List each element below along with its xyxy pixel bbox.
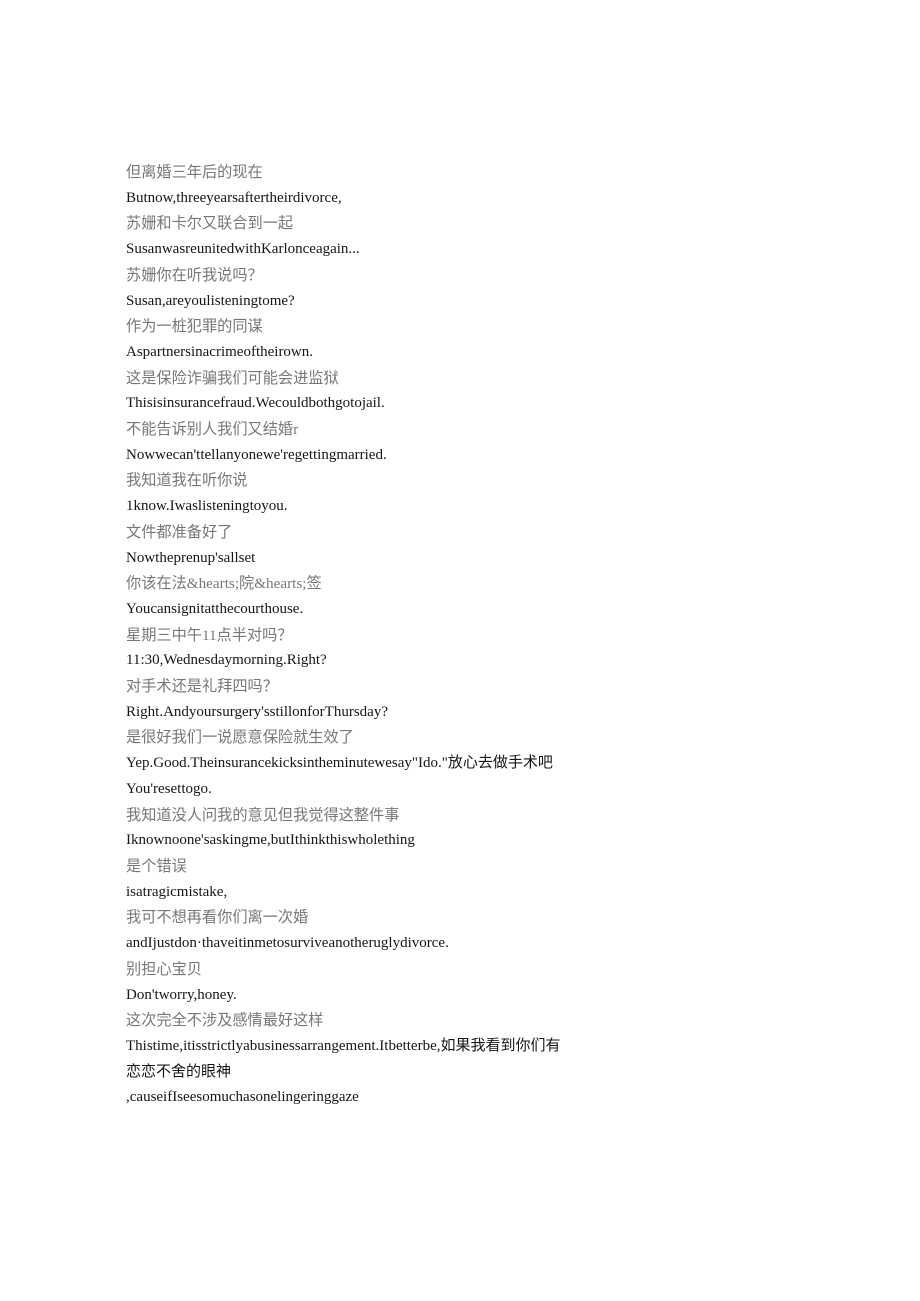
subtitle-line-english: Nowwecan'ttellanyonewe'regettingmarried. <box>126 446 387 463</box>
subtitle-line-english: Susan,areyoulisteningtome? <box>126 292 295 309</box>
transcript-body: 但离婚三年后的现在 Butnow,threeyearsaftertheirdivo… <box>126 160 573 1111</box>
subtitle-line-english: Don'tworry,honey. <box>126 986 237 1003</box>
subtitle-line-english: Butnow,threeyearsaftertheirdivorce, <box>126 189 342 206</box>
subtitle-line-chinese: 我知道没人问我的意见但我觉得这整件事 <box>126 806 400 824</box>
subtitle-line-chinese: 你该在法&hearts;院&hearts;签 <box>126 575 322 593</box>
subtitle-line-english: 11:30,Wednesdaymorning.Right? <box>126 652 327 669</box>
subtitle-line-english: 1know.Iwaslisteningtoyou. <box>126 498 288 515</box>
subtitle-line-chinese: 别担心宝贝 <box>126 960 202 978</box>
subtitle-line-chinese: 苏姗你在听我说吗？ <box>126 266 263 284</box>
subtitle-line-english: You'resettogo. <box>126 780 212 797</box>
subtitle-line-chinese: 对手术还是礼拜四吗？ <box>126 678 278 696</box>
subtitle-line-english: Nowtheprenup'sallset <box>126 549 256 566</box>
subtitle-line-chinese: 是很好我们一说愿意保险就生效了 <box>126 729 354 747</box>
subtitle-line-chinese: 作为一桩犯罪的同谋 <box>126 318 263 336</box>
subtitle-line-english: Thisisinsurancefraud.Wecouldbothgotojail… <box>126 395 385 412</box>
subtitle-line-chinese: 这是保险诈骗我们可能会进监狱 <box>126 369 339 387</box>
subtitle-line-english: isatragicmistake, <box>126 883 228 900</box>
subtitle-line-english: Right.Andyoursurgery'sstillonforThursday… <box>126 703 388 720</box>
subtitle-line-english: Yep.Good.Theinsurancekicksintheminutewes… <box>126 755 553 772</box>
subtitle-line-english: Youcansignitatthecourthouse. <box>126 600 304 617</box>
subtitle-line-chinese: 我知道我在听你说 <box>126 472 248 490</box>
subtitle-line-english: Iknownoone'saskingme,butIthinkthiswholet… <box>126 832 415 849</box>
subtitle-line-chinese: 不能告诉别人我们又结婚r <box>126 421 299 439</box>
subtitle-line-chinese: 但离婚三年后的现在 <box>126 164 263 181</box>
subtitle-line-english: Aspartnersinacrimeoftheirown. <box>126 343 314 360</box>
subtitle-line-chinese: 文件都准备好了 <box>126 523 233 541</box>
subtitle-line-chinese: 这次完全不涉及感情最好这样 <box>126 1012 324 1030</box>
page-canvas: 但离婚三年后的现在 Butnow,threeyearsaftertheirdivo… <box>0 0 920 1301</box>
subtitle-line-english: ,causeifIseesomuchasonelingeringgaze <box>126 1089 359 1106</box>
subtitle-line-chinese: 星期三中午11点半对吗？ <box>126 626 293 644</box>
subtitle-line-english: andIjustdon·thaveitinmetosurviveanotheru… <box>126 935 449 952</box>
subtitle-line-chinese: 是个错误 <box>126 857 187 875</box>
subtitle-line-chinese: 我可不想再看你们离一次婚 <box>126 909 309 927</box>
subtitle-line-english: SusanwasreunitedwithKarlonceagain... <box>126 241 360 258</box>
subtitle-line-english: Thistime,itisstrictlyabusinessarrangemen… <box>126 1037 561 1080</box>
subtitle-line-chinese: 苏姗和卡尔又联合到一起 <box>126 215 294 233</box>
